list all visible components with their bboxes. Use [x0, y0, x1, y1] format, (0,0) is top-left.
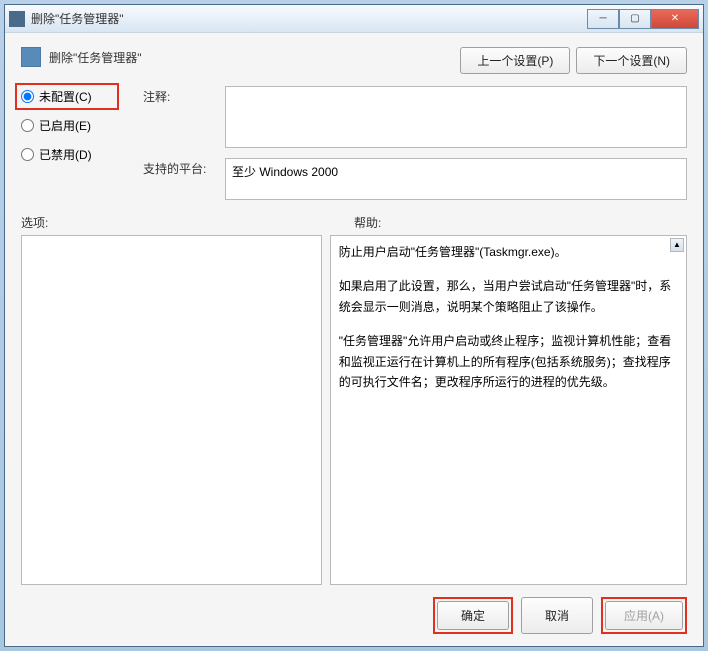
- radio-not-configured-input[interactable]: [21, 90, 34, 103]
- comment-label: 注释:: [143, 86, 215, 148]
- help-label: 帮助:: [354, 214, 381, 231]
- footer-buttons: 确定 取消 应用(A): [21, 597, 687, 636]
- help-pane: ▲ 防止用户启动"任务管理器"(Taskmgr.exe)。 如果启用了此设置，那…: [330, 235, 687, 585]
- radio-enabled-input[interactable]: [21, 119, 34, 132]
- help-paragraph: 如果启用了此设置，那么，当用户尝试启动"任务管理器"时，系统会显示一则消息，说明…: [339, 276, 678, 317]
- radio-not-configured-label: 未配置(C): [39, 88, 92, 105]
- close-button[interactable]: ✕: [651, 9, 699, 29]
- ok-button[interactable]: 确定: [437, 601, 509, 630]
- window-buttons: ─ ▢ ✕: [587, 9, 699, 29]
- options-label: 选项:: [21, 214, 354, 231]
- platform-row: 支持的平台: 至少 Windows 2000: [143, 158, 687, 200]
- dialog-window: 删除"任务管理器" ─ ▢ ✕ 删除"任务管理器" 上一个设置(P) 下一个设置…: [4, 4, 704, 647]
- app-icon: [9, 11, 25, 27]
- help-paragraph: 防止用户启动"任务管理器"(Taskmgr.exe)。: [339, 242, 678, 262]
- policy-icon: [21, 47, 41, 67]
- fields-column: 注释: 支持的平台: 至少 Windows 2000: [143, 86, 687, 200]
- titlebar[interactable]: 删除"任务管理器" ─ ▢ ✕: [5, 5, 703, 33]
- platform-label: 支持的平台:: [143, 158, 215, 200]
- nav-buttons: 上一个设置(P) 下一个设置(N): [460, 47, 687, 74]
- header-row: 删除"任务管理器" 上一个设置(P) 下一个设置(N): [21, 47, 687, 74]
- highlight-apply: 应用(A): [601, 597, 687, 634]
- panes-row: ▲ 防止用户启动"任务管理器"(Taskmgr.exe)。 如果启用了此设置，那…: [21, 235, 687, 585]
- highlight-ok: 确定: [433, 597, 513, 634]
- apply-button[interactable]: 应用(A): [605, 601, 683, 630]
- next-setting-button[interactable]: 下一个设置(N): [576, 47, 687, 74]
- cancel-button[interactable]: 取消: [521, 597, 593, 634]
- platform-value: 至少 Windows 2000: [232, 165, 338, 179]
- pane-labels: 选项: 帮助:: [21, 214, 687, 231]
- radio-disabled[interactable]: 已禁用(D): [21, 146, 113, 163]
- scroll-up-icon[interactable]: ▲: [670, 238, 684, 252]
- highlight-not-configured: 未配置(C): [15, 83, 119, 110]
- policy-title: 删除"任务管理器": [49, 49, 142, 66]
- previous-setting-button[interactable]: 上一个设置(P): [460, 47, 570, 74]
- radio-disabled-input[interactable]: [21, 148, 34, 161]
- minimize-button[interactable]: ─: [587, 9, 619, 29]
- radio-not-configured[interactable]: 未配置(C): [21, 88, 113, 105]
- comment-input[interactable]: [225, 86, 687, 148]
- maximize-button[interactable]: ▢: [619, 9, 651, 29]
- state-radio-group: 未配置(C) 已启用(E) 已禁用(D): [21, 86, 113, 200]
- window-title: 删除"任务管理器": [31, 10, 587, 27]
- radio-enabled-label: 已启用(E): [39, 117, 91, 134]
- comment-row: 注释:: [143, 86, 687, 148]
- content-area: 删除"任务管理器" 上一个设置(P) 下一个设置(N) 未配置(C) 已启用(E…: [5, 33, 703, 646]
- options-pane: [21, 235, 322, 585]
- platform-value-box: 至少 Windows 2000: [225, 158, 687, 200]
- radio-disabled-label: 已禁用(D): [39, 146, 92, 163]
- header-left: 删除"任务管理器": [21, 47, 142, 67]
- help-paragraph: "任务管理器"允许用户启动或终止程序；监视计算机性能；查看和监视正运行在计算机上…: [339, 331, 678, 392]
- radio-enabled[interactable]: 已启用(E): [21, 117, 113, 134]
- main-area: 未配置(C) 已启用(E) 已禁用(D) 注释: 支持的平: [21, 86, 687, 200]
